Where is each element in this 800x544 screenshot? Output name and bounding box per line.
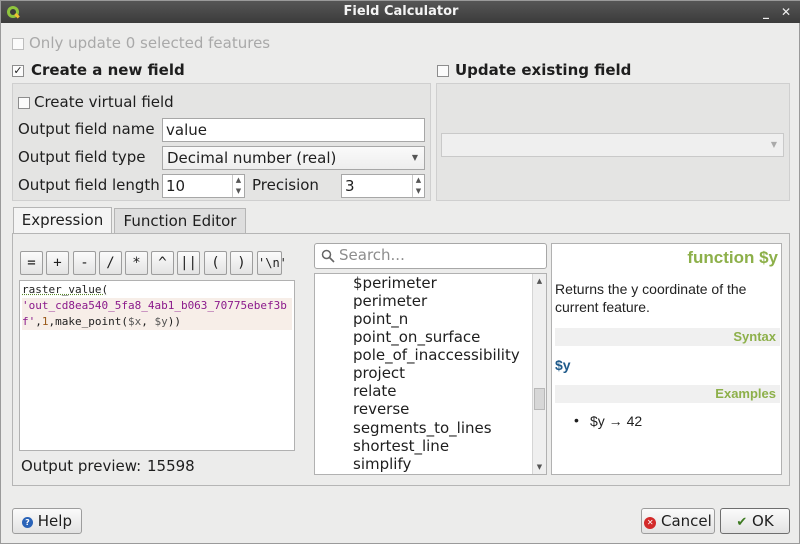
expression-token: ,	[141, 315, 155, 328]
list-item[interactable]: point_on_surface	[353, 328, 480, 346]
expression-token: ,	[35, 315, 42, 328]
syntax-header: Syntax	[555, 328, 780, 346]
example-text: $y → 42	[590, 413, 643, 429]
update-existing-label: Update existing field	[455, 61, 632, 79]
only-update-checkbox[interactable]	[12, 38, 24, 50]
output-type-value: Decimal number (real)	[167, 149, 337, 167]
existing-field-select[interactable]: ▼	[441, 133, 784, 157]
expression-line-2: 'out_cd8ea540_5fa8_4ab1_b063_70775ebef3b	[22, 298, 292, 314]
output-type-label: Output field type	[18, 148, 146, 166]
spin-arrows-icon[interactable]: ▲ ▼	[232, 175, 244, 197]
operator-equals-button[interactable]: =	[20, 251, 43, 275]
operator-open-paren-button[interactable]: (	[204, 251, 227, 275]
list-item[interactable]: perimeter	[353, 292, 427, 310]
spin-arrows-icon[interactable]: ▲ ▼	[412, 175, 424, 197]
bullet-icon: •	[574, 412, 579, 428]
ok-button[interactable]: ✔ OK	[720, 508, 790, 534]
close-icon[interactable]: ✕	[777, 2, 795, 22]
help-button[interactable]: ? Help	[12, 508, 82, 534]
list-item[interactable]: $perimeter	[353, 274, 437, 292]
output-length-value: 10	[166, 177, 186, 195]
expression-number: 1	[41, 315, 49, 328]
only-update-label: Only update 0 selected features	[29, 34, 271, 52]
precision-label: Precision	[252, 176, 319, 194]
list-item[interactable]: project	[353, 364, 405, 382]
expression-variable-y: $y	[154, 315, 168, 328]
output-length-label: Output field length	[18, 176, 160, 194]
list-item[interactable]: segments_to_lines	[353, 419, 492, 437]
precision-spinbox[interactable]: 3 ▲ ▼	[341, 174, 425, 198]
chevron-down-icon: ▼	[411, 153, 418, 162]
list-item[interactable]: relate	[353, 382, 397, 400]
expression-line-1: raster_value(	[22, 282, 292, 298]
ok-check-icon: ✔	[736, 515, 748, 530]
virtual-field-checkbox[interactable]	[18, 97, 30, 109]
syntax-text: $y	[555, 357, 571, 373]
output-type-select[interactable]: Decimal number (real) ▼	[162, 146, 425, 170]
operator-newline-button[interactable]: '\n'	[257, 251, 287, 275]
list-item[interactable]: simplify	[353, 455, 411, 473]
expression-string-end: f'	[22, 315, 36, 328]
expression-function-name: raster_value(	[22, 283, 109, 296]
output-preview-label: Output preview:	[21, 457, 142, 475]
expression-token: ,make_point(	[48, 315, 128, 328]
list-item[interactable]: reverse	[353, 400, 409, 418]
function-search-input[interactable]: Search...	[314, 243, 547, 269]
ok-button-label: OK	[752, 512, 774, 530]
output-length-spinbox[interactable]: 10 ▲ ▼	[162, 174, 245, 198]
expression-variable-x: $x	[127, 315, 142, 328]
expression-string-part: 'out_cd8ea540_5fa8_4ab1_b063_70775ebef3b	[22, 299, 287, 312]
chevron-down-icon: ▼	[770, 140, 777, 149]
create-new-field-label: Create a new field	[31, 61, 185, 79]
function-list-scrollbar[interactable]: ▲ ▼	[532, 274, 546, 474]
operator-minus-button[interactable]: -	[73, 251, 96, 275]
function-help-panel: function $y Returns the y coordinate of …	[551, 243, 782, 475]
operator-plus-button[interactable]: +	[46, 251, 69, 275]
operator-multiply-button[interactable]: *	[125, 251, 148, 275]
scrollbar-thumb[interactable]	[534, 388, 545, 410]
list-item[interactable]: point_n	[353, 310, 408, 328]
help-icon: ?	[22, 517, 33, 528]
expression-token: ))	[167, 315, 181, 328]
examples-header: Examples	[555, 385, 780, 403]
list-item[interactable]: pole_of_inaccessibility	[353, 346, 520, 364]
precision-value: 3	[345, 177, 355, 195]
output-preview-value: 15598	[147, 457, 195, 475]
scroll-up-icon[interactable]: ▲	[533, 274, 546, 288]
window-title: Field Calculator	[343, 4, 459, 19]
list-item[interactable]: shortest_line	[353, 437, 449, 455]
tab-expression[interactable]: Expression	[13, 207, 112, 233]
operator-concat-button[interactable]: ||	[177, 251, 200, 275]
virtual-field-label: Create virtual field	[34, 93, 174, 111]
update-existing-checkbox[interactable]	[437, 65, 449, 77]
qgis-logo-icon	[7, 6, 20, 19]
help-title: function $y	[687, 248, 778, 267]
cancel-button-label: Cancel	[660, 512, 712, 530]
function-list[interactable]: $perimeter perimeter point_n point_on_su…	[314, 273, 547, 475]
output-name-label: Output field name	[18, 120, 155, 138]
field-calculator-window: Field Calculator _ ✕ Only update 0 selec…	[0, 0, 800, 544]
operator-close-paren-button[interactable]: )	[230, 251, 253, 275]
scroll-down-icon[interactable]: ▼	[533, 460, 546, 474]
search-icon	[321, 249, 335, 263]
tab-function-editor[interactable]: Function Editor	[114, 208, 246, 234]
search-placeholder: Search...	[339, 246, 405, 264]
create-new-field-checkbox[interactable]: ✓	[12, 65, 24, 77]
expression-editor[interactable]: raster_value( 'out_cd8ea540_5fa8_4ab1_b0…	[19, 280, 295, 451]
title-bar: Field Calculator _ ✕	[1, 1, 800, 23]
minimize-icon[interactable]: _	[757, 2, 775, 22]
cancel-button[interactable]: ✕ Cancel	[641, 508, 715, 534]
help-button-label: Help	[37, 512, 72, 530]
output-name-input[interactable]: value	[162, 118, 425, 142]
operator-power-button[interactable]: ^	[151, 251, 174, 275]
help-description: Returns the y coordinate of the current …	[555, 281, 747, 315]
operator-divide-button[interactable]: /	[99, 251, 122, 275]
cancel-icon: ✕	[644, 517, 657, 529]
expression-line-3: f',1,make_point($x, $y))	[22, 314, 292, 330]
